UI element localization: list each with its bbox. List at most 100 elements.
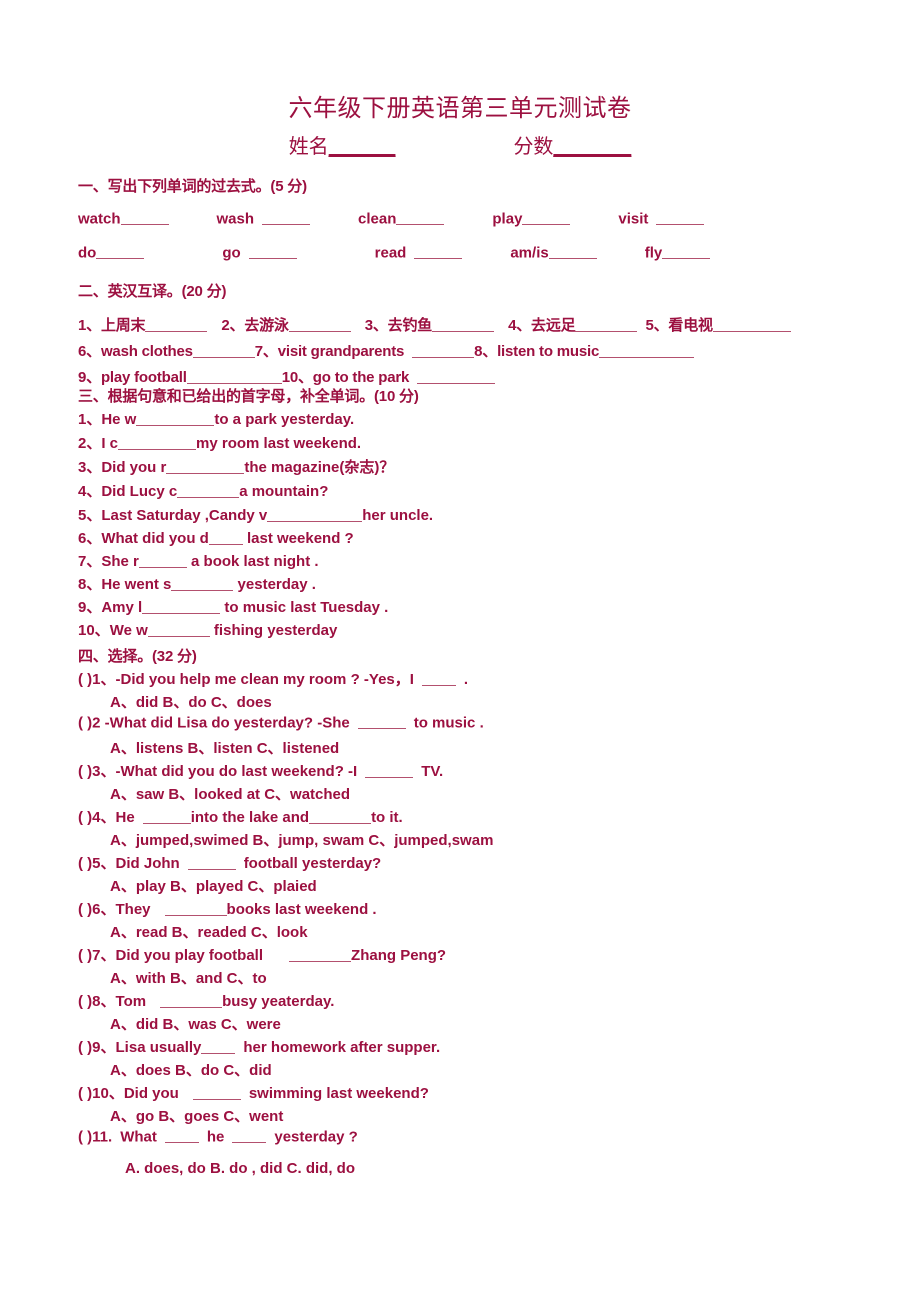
blank-10[interactable] (417, 369, 496, 384)
blank-clean[interactable] (396, 210, 445, 225)
inline-blank[interactable] (142, 809, 191, 824)
answer-blank[interactable] (177, 483, 240, 498)
section-4-options-10[interactable]: A、go B、goes C、went (110, 1105, 283, 1126)
inline-blank[interactable] (187, 855, 236, 870)
blank-play[interactable] (522, 210, 571, 225)
answer-bracket[interactable]: ( )6、 (78, 901, 116, 918)
answer-bracket[interactable]: ( )9、 (78, 1039, 116, 1056)
item-num: 1、 (78, 411, 102, 428)
answer-bracket[interactable]: ( )10、 (78, 1085, 124, 1102)
section-3-item-8: 8、He went s yesterday . (78, 573, 316, 594)
question-stem: They (115, 901, 151, 918)
word-do: do (78, 244, 97, 262)
item-text-wash-clothes: wash clothes (100, 343, 193, 360)
answer-bracket[interactable]: ( )5、 (78, 855, 116, 872)
section-4-question-1: ( )1、-Did you help me clean my room ? -Y… (78, 668, 468, 689)
inline-blank[interactable] (421, 671, 456, 686)
answer-blank[interactable] (142, 599, 221, 614)
name-label: 姓名 (288, 136, 329, 158)
name-blank[interactable]: ______ (329, 136, 396, 158)
section-3-item-1: 1、He w to a park yesterday. (78, 408, 354, 429)
section-4-options-5[interactable]: A、play B、played C、plaied (110, 875, 317, 896)
item-stem-pre: Last Saturday ,Candy v (101, 507, 268, 524)
blank-2[interactable] (288, 317, 351, 332)
blank-1[interactable] (145, 317, 208, 332)
section-4-options-11[interactable]: A. does, do B. do , did C. did, do (125, 1160, 355, 1177)
inline-blank[interactable] (309, 809, 372, 824)
inline-blank[interactable] (164, 1128, 199, 1143)
section-4-options-6[interactable]: A、read B、readed C、look (110, 921, 308, 942)
blank-fly[interactable] (662, 244, 711, 259)
answer-blank[interactable] (118, 435, 197, 450)
section-4-options-7[interactable]: A、with B、and C、to (110, 967, 267, 988)
answer-blank[interactable] (147, 622, 210, 637)
answer-bracket[interactable]: ( )4、 (78, 809, 116, 826)
blank-8[interactable] (599, 343, 695, 358)
item-num: 10、 (78, 622, 110, 639)
question-stem-tail: . (463, 671, 469, 688)
section-4-options-1[interactable]: A、did B、do C、does (110, 691, 272, 712)
answer-bracket[interactable]: ( )3、 (78, 763, 116, 780)
item-stem-pre: We w (109, 622, 148, 639)
section-4-question-6: ( )6、They books last weekend . (78, 898, 377, 919)
blank-watch[interactable] (120, 210, 169, 225)
question-stem: Tom (115, 993, 147, 1010)
answer-blank[interactable] (138, 553, 187, 568)
item-stem-post: my room last weekend. (196, 435, 362, 452)
section-4-question-7: ( )7、Did you play football Zhang Peng? (78, 944, 446, 965)
blank-6[interactable] (192, 343, 255, 358)
inline-blank[interactable] (289, 947, 352, 962)
blank-read[interactable] (414, 244, 463, 259)
item-stem-post: a book last night . (186, 553, 319, 570)
inline-blank[interactable] (164, 901, 227, 916)
section-3-item-10: 10、We w fishing yesterday (78, 619, 337, 640)
word-amis: am/is (510, 244, 549, 262)
blank-5[interactable] (712, 317, 791, 332)
blank-go[interactable] (248, 244, 297, 259)
section-4-question-9: ( )9、Lisa usually her homework after supp… (78, 1036, 440, 1057)
inline-blank[interactable] (357, 714, 406, 729)
section-4-options-2[interactable]: A、listens B、listen C、listened (110, 737, 339, 758)
item-text-listen-to-music: listen to music (497, 343, 600, 360)
blank-visit[interactable] (656, 210, 705, 225)
question-stem-tail: to it. (371, 809, 403, 826)
section-4-options-4[interactable]: A、jumped,swimed B、jump, swam C、jumped,sw… (110, 829, 493, 850)
section-2-row-2: 6、wash clothes 7、visit grandparents 8、list… (78, 340, 695, 361)
section-3-item-9: 9、Amy l to music last Tuesday . (78, 596, 388, 617)
blank-amis[interactable] (548, 244, 597, 259)
answer-bracket[interactable]: ( )2 (78, 714, 105, 731)
inline-blank[interactable] (160, 993, 223, 1008)
item-stem-pre: Amy l (101, 599, 143, 616)
answer-bracket[interactable]: ( )11. (78, 1128, 112, 1145)
section-4-options-9[interactable]: A、does B、do C、did (110, 1059, 272, 1080)
answer-bracket[interactable]: ( )8、 (78, 993, 116, 1010)
section-4-options-8[interactable]: A、did B、was C、were (110, 1013, 281, 1034)
section-4-question-2: ( )2 -What did Lisa do yesterday? -She to… (78, 714, 484, 731)
answer-bracket[interactable]: ( )7、 (78, 947, 116, 964)
inline-blank[interactable] (201, 1039, 236, 1054)
worksheet-page: 六年级下册英语第三单元测试卷 姓名______ 分数_______ 一、写出下列单… (0, 0, 920, 1302)
item-num: 2、 (221, 317, 245, 334)
inline-blank[interactable] (365, 763, 414, 778)
item-num: 2、 (78, 435, 102, 452)
section-3-item-2: 2、I c my room last weekend. (78, 432, 361, 453)
answer-blank[interactable] (136, 411, 215, 426)
blank-4[interactable] (575, 317, 638, 332)
item-stem-pre: What did you d (101, 530, 209, 547)
blank-9[interactable] (186, 369, 282, 384)
answer-blank[interactable] (171, 576, 234, 591)
answer-bracket[interactable]: ( )1、 (78, 671, 116, 688)
blank-do[interactable] (96, 244, 145, 259)
answer-blank[interactable] (267, 507, 363, 522)
answer-blank[interactable] (166, 459, 245, 474)
blank-3[interactable] (432, 317, 495, 332)
item-stem-post: to a park yesterday. (214, 411, 355, 428)
section-4-options-3[interactable]: A、saw B、looked at C、watched (110, 783, 350, 804)
section-4-question-10: ( )10、Did you swimming last weekend? (78, 1082, 429, 1103)
blank-wash[interactable] (262, 210, 311, 225)
inline-blank[interactable] (232, 1128, 267, 1143)
answer-blank[interactable] (208, 530, 243, 545)
blank-7[interactable] (412, 343, 475, 358)
inline-blank[interactable] (192, 1085, 241, 1100)
score-blank[interactable]: _______ (553, 136, 631, 158)
